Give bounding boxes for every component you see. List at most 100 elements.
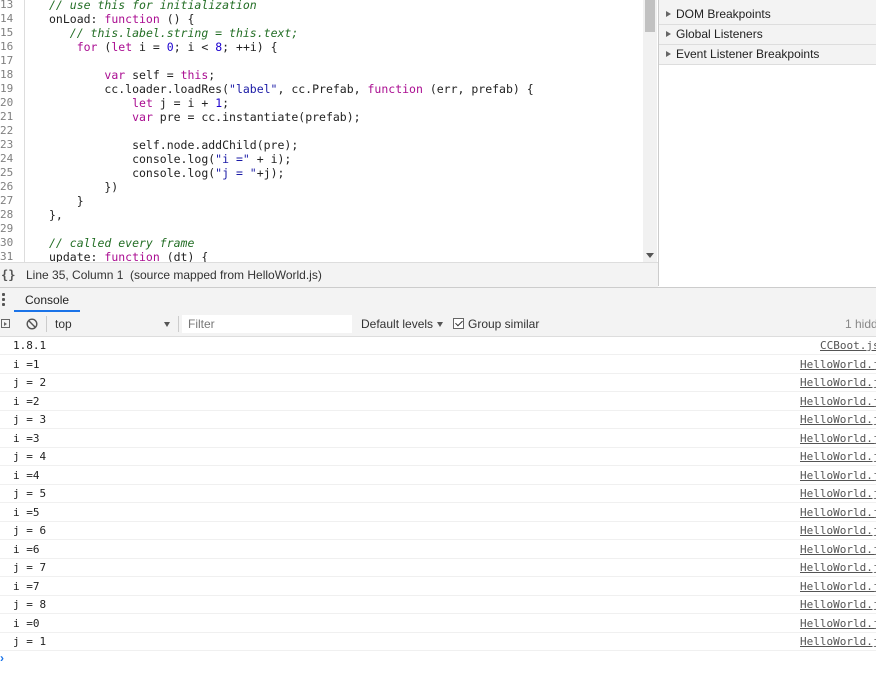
group-similar-checkbox[interactable] — [453, 318, 464, 329]
message-source-link[interactable]: HelloWorld.js — [800, 376, 876, 389]
dropdown-arrow-icon — [437, 322, 443, 327]
sidebar-pane-global-listeners[interactable]: Global Listeners — [659, 25, 876, 45]
code-editor[interactable]: 13 // use this for initialization 14 onLoad… — [0, 0, 658, 262]
line-number[interactable]: 16 — [0, 40, 16, 54]
line-number[interactable]: 19 — [0, 82, 16, 96]
clear-console-icon[interactable] — [26, 318, 38, 330]
group-similar-label[interactable]: Group similar — [468, 312, 539, 336]
line-number[interactable]: 14 — [0, 12, 16, 26]
message-source-link[interactable]: HelloWorld.js — [800, 561, 876, 574]
message-source-link[interactable]: HelloWorld.js — [800, 487, 876, 500]
message-source-link[interactable]: HelloWorld.js — [800, 450, 876, 463]
line-number[interactable]: 22 — [0, 124, 16, 138]
console-message: i =3 HelloWorld.js — [0, 430, 876, 448]
code-text: }, — [49, 208, 63, 222]
message-source-link[interactable]: HelloWorld.js — [800, 543, 876, 556]
line-number[interactable]: 28 — [0, 208, 16, 222]
tab-console[interactable]: Console — [14, 288, 81, 312]
console-message: j = 3 HelloWorld.js — [0, 411, 876, 429]
message-source-link[interactable]: HelloWorld.js — [800, 506, 876, 519]
code-token: cc.loader.loadRes( — [49, 82, 230, 96]
message-source-link[interactable]: HelloWorld.js — [800, 395, 876, 408]
console-filter-input[interactable] — [182, 315, 352, 333]
line-number[interactable]: 30 — [0, 236, 16, 250]
message-source-link[interactable]: HelloWorld.js — [800, 524, 876, 537]
code-token: // use this for initialization — [49, 0, 257, 12]
console-prompt-icon[interactable]: › — [0, 651, 4, 665]
code-token: ; — [222, 96, 230, 110]
code-text: onLoad: function () { — [49, 12, 194, 26]
message-source-link[interactable]: HelloWorld.js — [800, 617, 876, 630]
line-number[interactable]: 26 — [0, 180, 16, 194]
console-message: j = 6 HelloWorld.js — [0, 522, 876, 540]
source-map-info[interactable]: (source mapped from HelloWorld.js) — [130, 263, 322, 287]
expand-triangle-icon — [666, 51, 671, 57]
message-source-link[interactable]: HelloWorld.js — [800, 358, 876, 371]
code-token: + i); — [249, 152, 292, 166]
message-source-link[interactable]: HelloWorld.js — [800, 635, 876, 648]
message-source-link[interactable]: CCBoot.js — [820, 339, 876, 352]
sidebar-pane-event-listener-breakpoints[interactable]: Event Listener Breakpoints — [659, 45, 876, 65]
context-value: top — [55, 317, 72, 331]
pane-label: Global Listeners — [676, 27, 763, 41]
message-text: j = 7 — [13, 561, 47, 574]
line-number[interactable]: 31 — [0, 250, 16, 262]
message-text: i =7 — [13, 579, 40, 593]
line-number[interactable]: 21 — [0, 110, 16, 124]
line-number[interactable]: 17 — [0, 54, 16, 68]
code-text: let j = i + 1; — [49, 96, 229, 110]
line-number[interactable]: 23 — [0, 138, 16, 152]
line-number[interactable]: 24 — [0, 152, 16, 166]
console-message: i =4 HelloWorld.js — [0, 467, 876, 485]
line-number[interactable]: 20 — [0, 96, 16, 110]
line-number[interactable]: 15 — [0, 26, 16, 40]
code-token: () { — [159, 12, 195, 26]
expand-triangle-icon — [666, 11, 671, 17]
console-message: i =7 HelloWorld.js — [0, 578, 876, 596]
code-token: (dt) { — [159, 250, 209, 262]
pretty-print-icon[interactable]: {} — [1, 263, 15, 287]
code-token: update: — [49, 250, 105, 262]
scroll-down-arrow-icon[interactable] — [646, 253, 654, 258]
line-number[interactable]: 27 — [0, 194, 16, 208]
code-token: }, — [49, 208, 63, 222]
message-text: j = 8 — [13, 598, 47, 611]
code-token: onLoad: — [49, 12, 105, 26]
code-token: function — [367, 82, 423, 96]
message-source-link[interactable]: HelloWorld.js — [800, 580, 876, 593]
code-text: console.log("j = "+j); — [49, 166, 284, 180]
console-message: j = 1 HelloWorld.js — [0, 633, 876, 651]
show-console-sidebar-icon[interactable] — [1, 319, 10, 328]
code-token: ; — [208, 68, 216, 82]
message-source-link[interactable]: HelloWorld.js — [800, 432, 876, 445]
message-text: j = 2 — [13, 376, 47, 389]
code-token: "i =" — [215, 152, 250, 166]
sidebar-pane-dom-breakpoints[interactable]: DOM Breakpoints — [659, 5, 876, 25]
editor-scrollbar-thumb[interactable] — [645, 0, 655, 32]
drawer-tab-strip: Console — [0, 287, 876, 313]
code-token: ; ++i) { — [222, 40, 278, 54]
line-number[interactable]: 29 — [0, 222, 16, 236]
editor-scrollbar[interactable] — [643, 0, 657, 262]
console-message: j = 2 HelloWorld.js — [0, 374, 876, 392]
line-number[interactable]: 18 — [0, 68, 16, 82]
cursor-position: Line 35, Column 1 — [26, 268, 124, 282]
line-number[interactable]: 13 — [0, 0, 16, 12]
drawer-menu-icon[interactable] — [2, 293, 5, 307]
console-message: j = 7 HelloWorld.js — [0, 559, 876, 577]
console-message: i =1 HelloWorld.js — [0, 356, 876, 374]
pane-label: DOM Breakpoints — [676, 7, 771, 21]
message-text: j = 5 — [13, 487, 47, 500]
dropdown-arrow-icon — [164, 322, 170, 327]
message-source-link[interactable]: HelloWorld.js — [800, 413, 876, 426]
line-number[interactable]: 25 — [0, 166, 16, 180]
code-token: console.log( — [49, 152, 216, 166]
message-source-link[interactable]: HelloWorld.js — [800, 469, 876, 482]
code-text: var self = this; — [49, 68, 215, 82]
debugger-sidebar: DOM Breakpoints Global Listeners Event L… — [658, 0, 876, 286]
context-selector[interactable]: top — [55, 312, 173, 336]
message-source-link[interactable]: HelloWorld.js — [800, 598, 876, 611]
code-token: ( — [97, 40, 112, 54]
